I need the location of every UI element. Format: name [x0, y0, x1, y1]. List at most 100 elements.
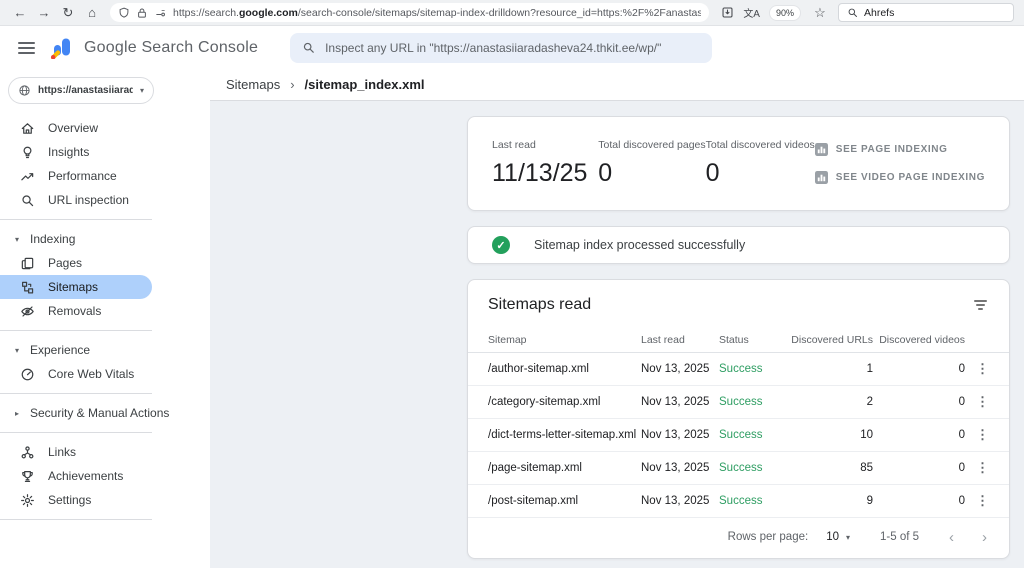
column-header-discovered-urls[interactable]: Discovered URLs	[781, 334, 873, 346]
cell-discovered-urls: 2	[781, 396, 873, 408]
sidebar-divider	[0, 432, 152, 433]
sidebar-item-settings[interactable]: Settings	[0, 488, 152, 512]
cell-sitemap: /page-sitemap.xml	[488, 462, 641, 474]
sitemaps-icon	[19, 279, 35, 295]
breadcrumb-sitemaps-link[interactable]: Sitemaps	[226, 77, 280, 92]
cell-last-read: Nov 13, 2025	[641, 363, 719, 375]
see-page-indexing-button[interactable]: SEE PAGE INDEXING	[815, 143, 948, 156]
discovered-pages-value: 0	[598, 159, 705, 188]
discovered-videos-metric: Total discovered videos 0	[706, 139, 815, 188]
column-header-discovered-videos[interactable]: Discovered videos	[873, 334, 965, 346]
sidebar-item-label: Links	[48, 445, 76, 459]
back-icon[interactable]: ←	[10, 0, 30, 26]
property-selector[interactable]: https://anastasiiaradas ... ▾	[8, 77, 154, 104]
links-icon	[19, 444, 35, 460]
sidebar-item-label: Achievements	[48, 469, 123, 483]
rows-per-page-select[interactable]: 10 ▾	[826, 531, 850, 543]
cell-last-read: Nov 13, 2025	[641, 462, 719, 474]
sidebar-item-achievements[interactable]: Achievements	[0, 464, 152, 488]
kebab-menu-icon[interactable]: ⋮	[965, 394, 989, 410]
sitemap-summary-card: Last read 11/13/25 Total discovered page…	[467, 116, 1010, 211]
shield-icon[interactable]	[118, 7, 130, 19]
achievements-icon	[19, 468, 35, 484]
sidebar-item-label: URL inspection	[48, 193, 129, 207]
cell-status: Success	[719, 429, 781, 441]
column-header-last-read[interactable]: Last read	[641, 334, 719, 346]
chevron-down-icon: ▾	[140, 86, 144, 95]
table-row[interactable]: /author-sitemap.xml Nov 13, 2025 Success…	[468, 353, 1009, 386]
chevron-down-icon: ▾	[12, 235, 22, 244]
url-text: https://search.google.com/search-console…	[173, 7, 701, 19]
filter-icon[interactable]	[972, 298, 989, 312]
sidebar-item-core-web-vitals[interactable]: Core Web Vitals	[0, 362, 152, 386]
sidebar-item-label: Overview	[48, 121, 98, 135]
browser-actions: 文A 90% ☆	[717, 0, 834, 26]
sidebar-item-label: Removals	[48, 304, 101, 318]
sidebar-item-links[interactable]: Links	[0, 440, 152, 464]
home-icon[interactable]: ⌂	[82, 0, 102, 26]
sidebar-item-removals[interactable]: Removals	[0, 299, 152, 323]
sidebar-item-url-inspection[interactable]: URL inspection	[0, 188, 152, 212]
kebab-menu-icon[interactable]: ⋮	[965, 361, 989, 377]
sidebar-item-insights[interactable]: Insights	[0, 140, 152, 164]
removals-icon	[19, 303, 35, 319]
sidebar-divider	[0, 519, 152, 520]
save-page-icon[interactable]	[721, 6, 734, 19]
refresh-icon[interactable]: ↻	[58, 0, 78, 26]
kebab-menu-icon[interactable]: ⋮	[965, 493, 989, 509]
table-row[interactable]: /page-sitemap.xml Nov 13, 2025 Success 8…	[468, 452, 1009, 485]
see-page-indexing-label: SEE PAGE INDEXING	[836, 144, 948, 155]
sidebar-item-overview[interactable]: Overview	[0, 116, 152, 140]
zoom-level-badge[interactable]: 90%	[769, 5, 801, 21]
sidebar: https://anastasiiaradas ... ▾ Overview I…	[0, 69, 210, 568]
table-row[interactable]: /post-sitemap.xml Nov 13, 2025 Success 9…	[468, 485, 1009, 518]
previous-page-icon[interactable]: ‹	[949, 529, 954, 546]
cell-sitemap: /category-sitemap.xml	[488, 396, 641, 408]
kebab-menu-icon[interactable]: ⋮	[965, 427, 989, 443]
kebab-menu-icon[interactable]: ⋮	[965, 460, 989, 476]
page-range: 1-5 of 5	[880, 531, 919, 543]
rows-per-page-value: 10	[826, 531, 839, 543]
extension-search-box[interactable]: Ahrefs	[838, 3, 1014, 22]
tracking-prevention-icon[interactable]	[154, 7, 167, 19]
last-read-value: 11/13/25	[492, 159, 598, 188]
sidebar-item-label: Settings	[48, 493, 91, 507]
forward-icon[interactable]: →	[34, 0, 54, 26]
sidebar-item-label: Performance	[48, 169, 117, 183]
status-banner-message: Sitemap index processed successfully	[534, 238, 745, 252]
discovered-pages-metric: Total discovered pages 0	[598, 139, 705, 188]
star-icon[interactable]: ☆	[810, 0, 830, 26]
property-label: https://anastasiiaradas ...	[38, 85, 133, 96]
address-bar[interactable]: https://search.google.com/search-console…	[110, 3, 709, 22]
sidebar-item-performance[interactable]: Performance	[0, 164, 152, 188]
sidebar-section-experience[interactable]: ▾ Experience	[0, 338, 210, 362]
search-icon	[302, 41, 315, 54]
url-inspect-searchbar[interactable]	[290, 33, 712, 63]
sidebar-item-pages[interactable]: Pages	[0, 251, 152, 275]
lock-icon[interactable]	[136, 7, 148, 19]
column-header-sitemap[interactable]: Sitemap	[488, 334, 641, 346]
browser-toolbar: ← → ↻ ⌂ https://search.google.com/search…	[0, 0, 1024, 26]
cell-discovered-videos: 0	[873, 396, 965, 408]
breadcrumb-current: /sitemap_index.xml	[305, 77, 425, 92]
sidebar-section-indexing[interactable]: ▾ Indexing	[0, 227, 210, 251]
column-header-status[interactable]: Status	[719, 334, 781, 346]
discovered-pages-label: Total discovered pages	[598, 139, 705, 151]
cell-status: Success	[719, 363, 781, 375]
table-row[interactable]: /dict-terms-letter-sitemap.xml Nov 13, 2…	[468, 419, 1009, 452]
url-inspect-input[interactable]	[325, 41, 700, 55]
cell-sitemap: /author-sitemap.xml	[488, 363, 641, 375]
hamburger-menu-icon[interactable]	[18, 42, 35, 54]
cell-status: Success	[719, 396, 781, 408]
check-circle-icon: ✓	[492, 236, 510, 254]
discovered-videos-label: Total discovered videos	[706, 139, 815, 151]
translate-icon[interactable]: 文A	[743, 5, 760, 20]
table-row[interactable]: /category-sitemap.xml Nov 13, 2025 Succe…	[468, 386, 1009, 419]
sidebar-item-sitemaps[interactable]: Sitemaps	[0, 275, 152, 299]
sidebar-section-security[interactable]: ▸ Security & Manual Actions	[0, 401, 210, 425]
next-page-icon[interactable]: ›	[982, 529, 987, 546]
pages-icon	[19, 255, 35, 271]
see-video-page-indexing-button[interactable]: SEE VIDEO PAGE INDEXING	[815, 171, 985, 184]
cell-discovered-urls: 1	[781, 363, 873, 375]
cell-status: Success	[719, 495, 781, 507]
